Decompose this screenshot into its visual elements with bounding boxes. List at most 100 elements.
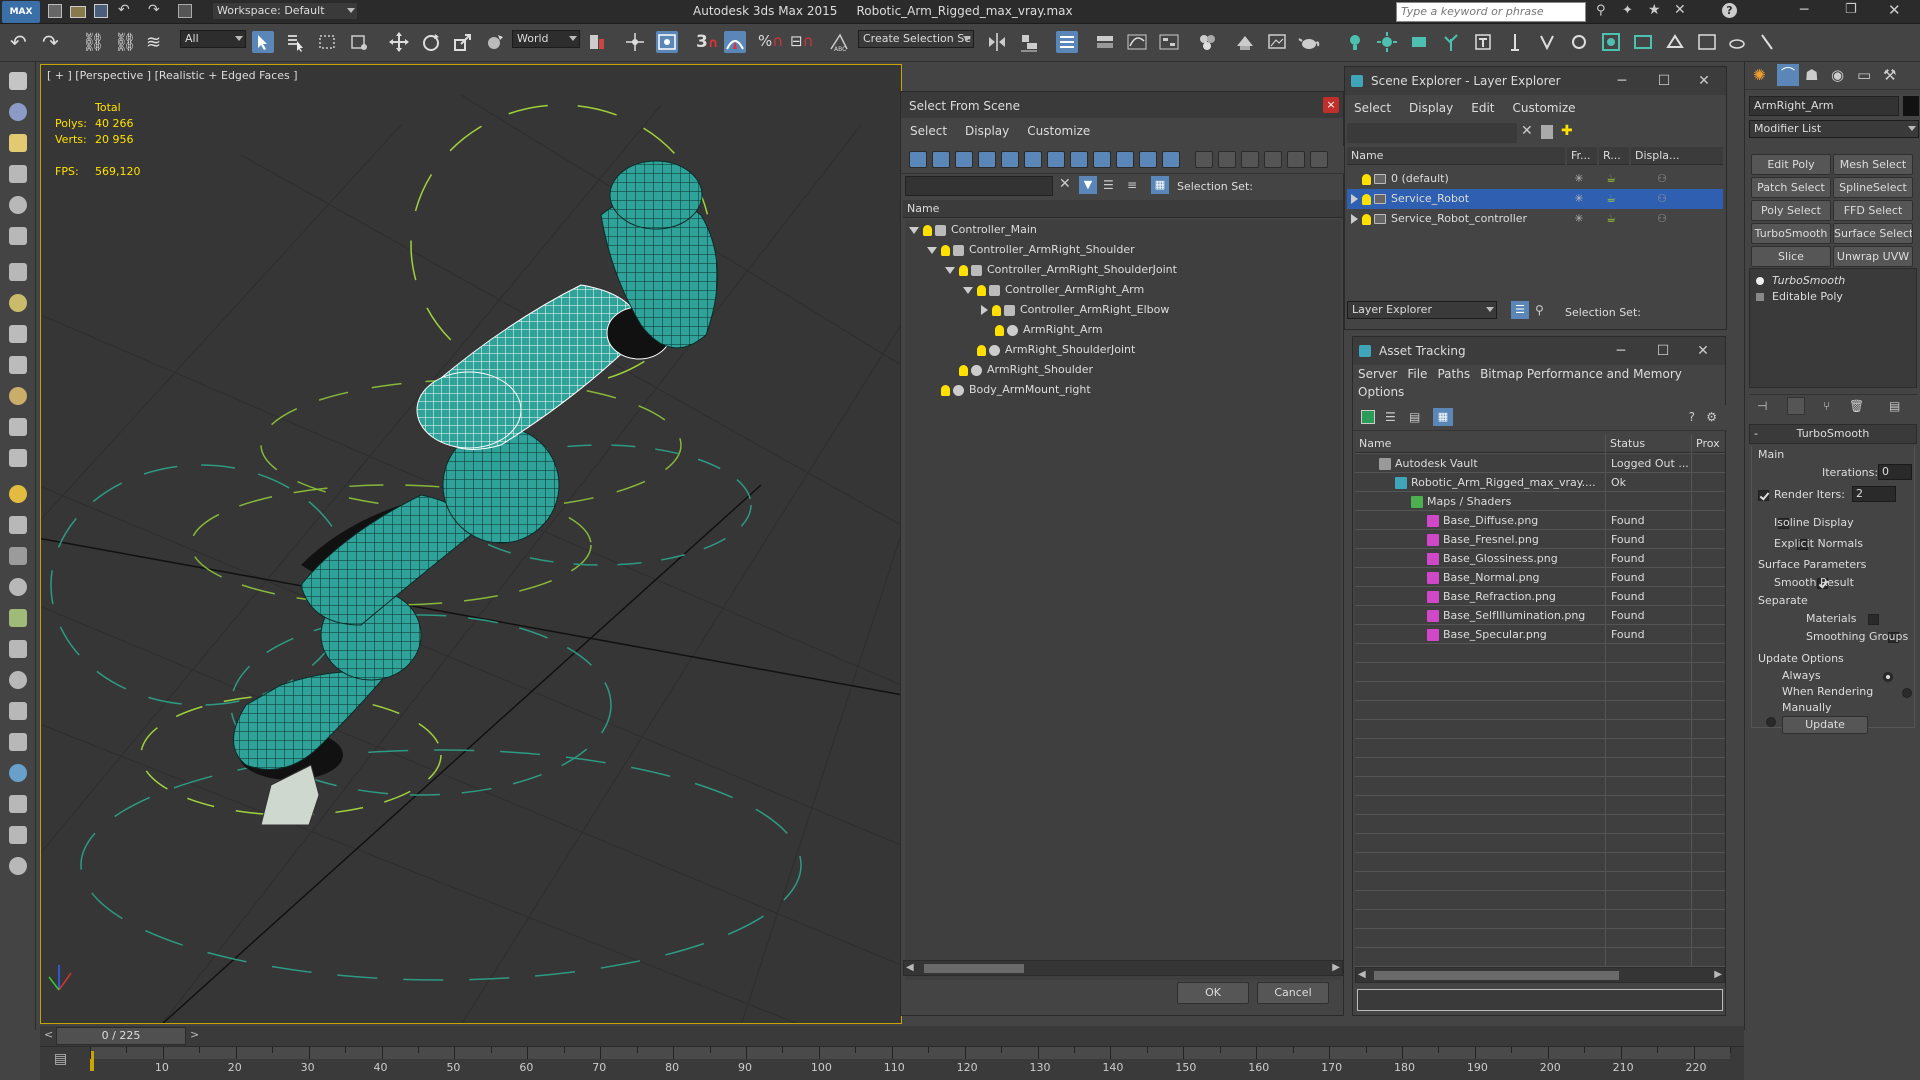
visibility-bulb-icon[interactable]: [977, 344, 986, 356]
viewport-scene[interactable]: [41, 65, 902, 1024]
modifier-set-button[interactable]: Poly Select: [1751, 200, 1831, 221]
se-column-header[interactable]: Name: [1347, 147, 1565, 165]
minimize-icon[interactable]: ─: [1602, 67, 1642, 95]
scene-tree-row[interactable]: ArmRight_ShoulderJoint: [963, 340, 1135, 360]
schematic-view-button[interactable]: [1158, 31, 1180, 53]
new-layer-icon[interactable]: [1541, 125, 1553, 139]
asset-row[interactable]: Base_Fresnel.png Found: [1355, 530, 1725, 549]
tree-mode-icon[interactable]: ⚲: [1535, 303, 1544, 317]
box-primitive-icon[interactable]: [9, 294, 27, 312]
se-column-header[interactable]: Displa...: [1631, 147, 1723, 165]
collapse-all-icon[interactable]: [1310, 151, 1328, 168]
at-menu-options[interactable]: Options: [1353, 383, 1409, 401]
se-menu-customize[interactable]: Customize: [1504, 97, 1585, 119]
sfs-menu-customize[interactable]: Customize: [1018, 120, 1099, 142]
undo-icon[interactable]: ↶: [118, 2, 130, 18]
ok-button[interactable]: OK: [1177, 982, 1249, 1004]
asset-row[interactable]: Autodesk Vault Logged Out ...: [1355, 454, 1725, 473]
se-menu-display[interactable]: Display: [1400, 97, 1462, 119]
close-window-icon[interactable]: ✕: [1888, 1, 1901, 19]
layer-row[interactable]: Service_Robot_controller ✳ ☕ ⚇: [1347, 209, 1723, 229]
display-settings-icon[interactable]: ⚇: [1627, 209, 1697, 229]
display-helpers-icon[interactable]: [1001, 151, 1019, 168]
expand-chevron-down-icon[interactable]: [963, 286, 973, 294]
bind-space-warp-icon[interactable]: ≋: [146, 32, 161, 53]
toggle-layer-explorer-button[interactable]: [1094, 31, 1116, 53]
rotate-button[interactable]: [420, 31, 442, 53]
select-manipulate-button[interactable]: [624, 31, 646, 53]
update-always-radio[interactable]: [1883, 672, 1893, 682]
keyboard-shortcut-override-button[interactable]: [656, 31, 678, 53]
edit-named-selection-button[interactable]: ABC: [828, 31, 850, 53]
teapot-button[interactable]: [1726, 31, 1748, 53]
visibility-bulb-icon[interactable]: [1362, 173, 1371, 185]
sync-selection-icon[interactable]: [1287, 151, 1305, 168]
add-to-layer-icon[interactable]: ✚: [1561, 123, 1573, 139]
layer-row[interactable]: Service_Robot ✳ ☕ ⚇: [1347, 189, 1723, 209]
layer-toggle-icon[interactable]: ☰: [1103, 178, 1114, 192]
rendered-frame-window-button[interactable]: [1266, 31, 1288, 53]
search-input[interactable]: Type a keyword or phrase: [1396, 2, 1586, 22]
motion-tab-icon[interactable]: ◉: [1831, 66, 1844, 84]
bend-icon[interactable]: [9, 702, 27, 720]
project-folder-icon[interactable]: [178, 4, 192, 18]
scene-tree-row[interactable]: Controller_Main: [909, 220, 1037, 240]
cancel-button[interactable]: Cancel: [1257, 982, 1329, 1004]
asset-row[interactable]: Base_Refraction.png Found: [1355, 587, 1725, 606]
cloth-icon[interactable]: [9, 640, 27, 658]
display-space-warps-icon[interactable]: [1024, 151, 1042, 168]
object-color-swatch[interactable]: [1903, 96, 1919, 116]
filter-toggle-icon[interactable]: ▼: [1079, 176, 1097, 194]
asset-row[interactable]: Maps / Shaders: [1355, 492, 1725, 511]
display-cameras-icon[interactable]: [978, 151, 996, 168]
percent-snap-button[interactable]: %∩: [758, 32, 783, 50]
asset-path-field[interactable]: [1357, 989, 1723, 1011]
hierarchy-tab-icon[interactable]: ☗: [1805, 66, 1818, 84]
expand-chevron-right-icon[interactable]: [981, 305, 988, 315]
render-setup-button[interactable]: [1234, 31, 1256, 53]
angle-snap-button[interactable]: [724, 31, 746, 53]
render-icon[interactable]: [9, 795, 27, 813]
curve-editor-button[interactable]: [1126, 31, 1148, 53]
utilities-tab-icon[interactable]: ⚒: [1883, 66, 1896, 84]
display-button[interactable]: [1632, 31, 1654, 53]
close-search-icon[interactable]: ✕: [1674, 2, 1686, 18]
spring-icon[interactable]: [9, 578, 27, 596]
scene-explorer-find-input[interactable]: [1347, 123, 1517, 143]
asset-row[interactable]: Base_Specular.png Found: [1355, 625, 1725, 644]
perspective-viewport[interactable]: [ + ] [Perspective ] [Realistic + Edged …: [40, 64, 902, 1024]
at-menu-item[interactable]: File: [1402, 365, 1432, 383]
text-tool-button[interactable]: [1472, 31, 1494, 53]
select-by-name-button[interactable]: [284, 31, 306, 53]
help-icon[interactable]: [9, 857, 27, 875]
pin-stack-icon[interactable]: ⊣: [1757, 399, 1767, 413]
modifier-set-button[interactable]: Surface Select: [1833, 223, 1913, 244]
track-bar[interactable]: ▤ 10 20 30 40 50 60 70 80 90 100 110 120 130 140 150 16…: [40, 1046, 1744, 1080]
viewport-label[interactable]: [ + ] [Perspective ] [Realistic + Edged …: [47, 69, 298, 82]
isolate-button[interactable]: [1600, 31, 1622, 53]
turbosmooth-rollout-header[interactable]: - TurboSmooth: [1749, 424, 1917, 444]
new-file-icon[interactable]: [48, 4, 62, 18]
help-icon[interactable]: ?: [1722, 3, 1737, 18]
refresh-viewport-button[interactable]: [1568, 31, 1590, 53]
explorer-type-dropdown[interactable]: Layer Explorer: [1347, 301, 1497, 319]
freeze-icon[interactable]: ✳: [1563, 169, 1595, 189]
light-lister-button[interactable]: [1344, 31, 1366, 53]
save-file-icon[interactable]: [94, 4, 108, 18]
asset-row[interactable]: Base_Glossiness.png Found: [1355, 549, 1725, 568]
display-containers-icon[interactable]: [1116, 151, 1134, 168]
asset-row[interactable]: Robotic_Arm_Rigged_max_vray.... Ok: [1355, 473, 1725, 492]
object-name-field[interactable]: ArmRight_Arm: [1749, 96, 1899, 116]
redo-icon[interactable]: ↷: [42, 30, 59, 54]
scroll-right-icon[interactable]: ▶: [1332, 962, 1340, 973]
display-settings-icon[interactable]: ⚇: [1627, 169, 1697, 189]
create-geometry-icon[interactable]: [9, 72, 27, 90]
filter-options-icon[interactable]: [1264, 151, 1282, 168]
asset-row[interactable]: Base_SelfIllumination.png Found: [1355, 606, 1725, 625]
space-warp-icon[interactable]: [9, 227, 27, 245]
workspace-dropdown[interactable]: Workspace: Default: [212, 2, 358, 20]
display-bones-icon[interactable]: [1093, 151, 1111, 168]
minimize-icon[interactable]: ─: [1601, 337, 1641, 365]
systems-icon[interactable]: [9, 263, 27, 281]
communication-center-icon[interactable]: ✦: [1622, 3, 1633, 18]
